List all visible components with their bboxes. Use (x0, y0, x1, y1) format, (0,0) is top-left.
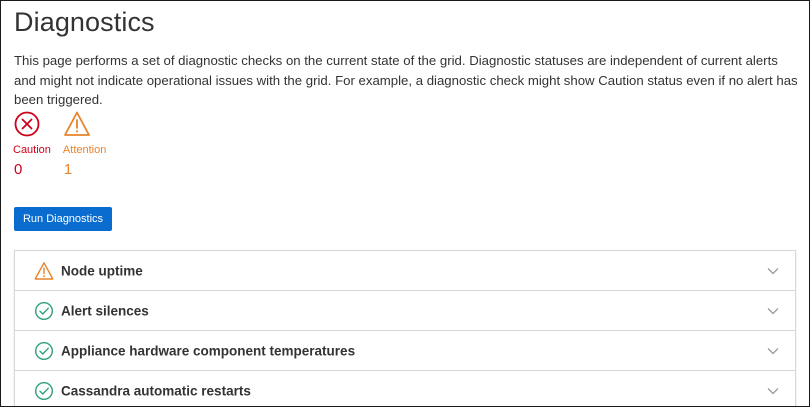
diagnostic-title: Cassandra automatic restarts (61, 383, 251, 398)
attention-summary[interactable]: Attention 1 (63, 110, 106, 179)
attention-warning-icon (64, 111, 90, 136)
chevron-down-icon[interactable] (767, 347, 779, 355)
attention-count: 1 (63, 161, 73, 178)
diagnostic-title: Appliance hardware component temperature… (61, 343, 356, 358)
run-diagnostics-button[interactable]: Run Diagnostics (14, 207, 112, 231)
diagnostic-item-alert-silences[interactable]: Alert silences (14, 291, 796, 331)
diagnostic-title: Alert silences (61, 303, 149, 318)
check-circle-icon (34, 381, 54, 400)
diagnostics-list: Node uptime Alert silences Appliance har… (14, 250, 796, 406)
caution-summary[interactable]: Caution 0 (13, 110, 51, 179)
caution-x-circle-icon (14, 111, 40, 137)
status-summary: Caution 0 Attention 1 (13, 110, 106, 179)
chevron-down-icon[interactable] (767, 307, 779, 315)
diagnostic-item-node-uptime[interactable]: Node uptime (14, 250, 796, 291)
chevron-down-icon[interactable] (767, 267, 779, 275)
diagnostic-title: Node uptime (61, 263, 143, 278)
diagnostic-item-appliance-temperatures[interactable]: Appliance hardware component temperature… (14, 331, 796, 371)
diagnostics-page: Diagnostics This page performs a set of … (0, 0, 810, 407)
chevron-down-icon[interactable] (767, 387, 779, 395)
page-description: This page performs a set of diagnostic c… (14, 53, 798, 107)
caution-count: 0 (14, 161, 23, 178)
page-title: Diagnostics (14, 7, 155, 37)
diagnostic-item-cassandra-restarts[interactable]: Cassandra automatic restarts (14, 371, 796, 406)
check-circle-icon (34, 301, 54, 320)
attention-label: Attention (62, 144, 107, 156)
warning-icon (34, 261, 54, 280)
check-circle-icon (34, 341, 54, 360)
caution-label: Caution (13, 144, 51, 156)
